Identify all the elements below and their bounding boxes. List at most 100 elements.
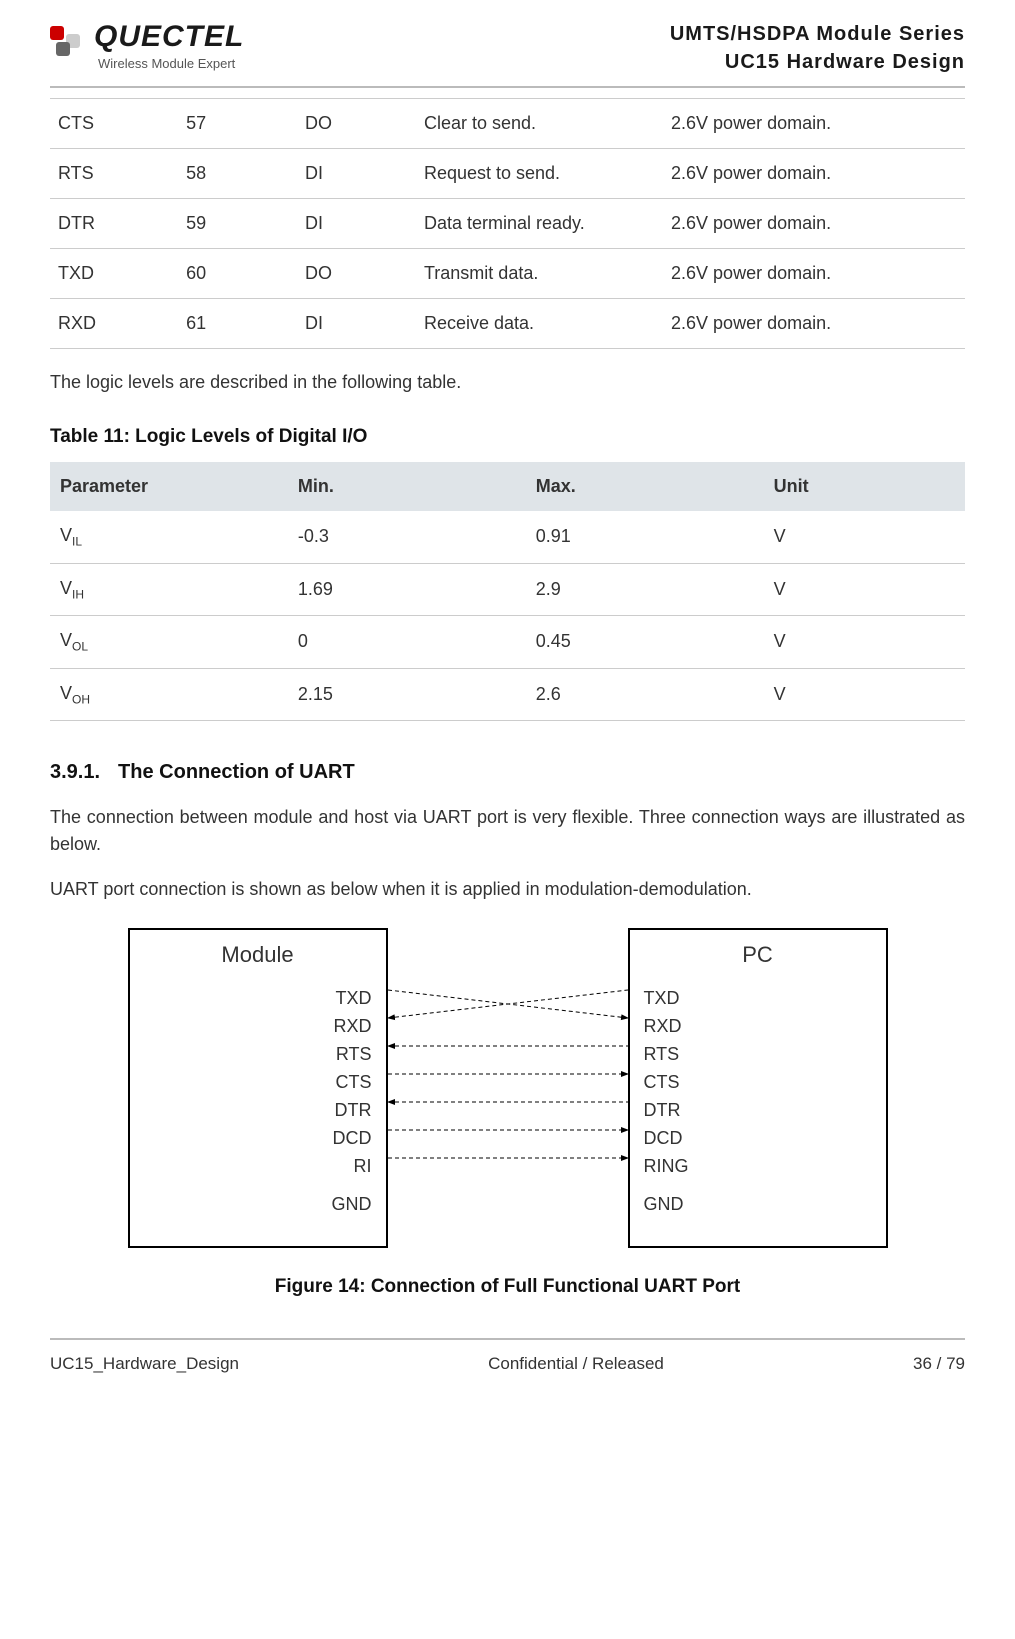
- cell-io: DI: [297, 149, 416, 199]
- pin-label: CTS: [644, 1068, 872, 1096]
- pin-label: GND: [144, 1190, 372, 1218]
- cell-unit: V: [764, 511, 965, 563]
- cell-io: DO: [297, 99, 416, 149]
- section-number: 3.9.1.: [50, 761, 100, 784]
- cell-param: VIH: [50, 563, 288, 616]
- cell-name: DTR: [50, 199, 178, 249]
- pin-label: GND: [644, 1190, 872, 1218]
- cell-param: VOL: [50, 616, 288, 669]
- cell-domain: 2.6V power domain.: [663, 149, 965, 199]
- cell-pin: 61: [178, 299, 297, 349]
- logic-levels-table: Parameter Min. Max. Unit VIL-0.30.91V VI…: [50, 462, 965, 721]
- param-sub: IL: [72, 535, 82, 549]
- page-footer: UC15_Hardware_Design Confidential / Rele…: [50, 1338, 965, 1390]
- cell-domain: 2.6V power domain.: [663, 249, 965, 299]
- header-unit: Unit: [764, 462, 965, 511]
- table-row: RXD61DIReceive data.2.6V power domain.: [50, 299, 965, 349]
- cell-max: 0.45: [526, 616, 764, 669]
- param-base: V: [60, 630, 72, 650]
- logo-block: QUECTEL Wireless Module Expert: [50, 20, 244, 71]
- table-row: DTR59DIData terminal ready.2.6V power do…: [50, 199, 965, 249]
- paragraph-2: UART port connection is shown as below w…: [50, 876, 965, 903]
- param-sub: IH: [72, 587, 84, 601]
- pin-definition-table: CTS57DOClear to send.2.6V power domain. …: [50, 98, 965, 349]
- table-row: VOL00.45V: [50, 616, 965, 669]
- logo-tagline: Wireless Module Expert: [98, 56, 244, 71]
- pin-label: DCD: [144, 1124, 372, 1152]
- cell-max: 2.9: [526, 563, 764, 616]
- cell-name: RTS: [50, 149, 178, 199]
- module-title: Module: [144, 942, 372, 968]
- cell-unit: V: [764, 668, 965, 721]
- pin-label: RXD: [644, 1012, 872, 1040]
- uart-connection-diagram: Module TXD RXD RTS CTS DTR DCD RI GND PC…: [128, 928, 888, 1258]
- pc-title: PC: [644, 942, 872, 968]
- param-base: V: [60, 578, 72, 598]
- cell-param: VIL: [50, 511, 288, 563]
- cell-unit: V: [764, 616, 965, 669]
- cell-io: DI: [297, 199, 416, 249]
- cell-min: 0: [288, 616, 526, 669]
- section-heading: 3.9.1.The Connection of UART: [50, 761, 965, 784]
- header-parameter: Parameter: [50, 462, 288, 511]
- pin-label: RING: [644, 1152, 872, 1180]
- logo-icon: [50, 26, 90, 54]
- param-sub: OH: [72, 692, 90, 706]
- table-row: RTS58DIRequest to send.2.6V power domain…: [50, 149, 965, 199]
- cell-desc: Clear to send.: [416, 99, 663, 149]
- cell-desc: Request to send.: [416, 149, 663, 199]
- header-min: Min.: [288, 462, 526, 511]
- table-row: TXD60DOTransmit data.2.6V power domain.: [50, 249, 965, 299]
- cell-desc: Receive data.: [416, 299, 663, 349]
- pin-label: RTS: [644, 1040, 872, 1068]
- pin-label: TXD: [644, 984, 872, 1012]
- footer-mid: Confidential / Released: [488, 1354, 664, 1374]
- header-design: UC15 Hardware Design: [670, 48, 965, 76]
- cell-pin: 60: [178, 249, 297, 299]
- table-row: CTS57DOClear to send.2.6V power domain.: [50, 99, 965, 149]
- cell-io: DI: [297, 299, 416, 349]
- pin-label: RI: [144, 1152, 372, 1180]
- cell-pin: 57: [178, 99, 297, 149]
- cell-desc: Data terminal ready.: [416, 199, 663, 249]
- cell-name: RXD: [50, 299, 178, 349]
- param-base: V: [60, 525, 72, 545]
- table11-title: Table 11: Logic Levels of Digital I/O: [50, 426, 965, 448]
- cell-domain: 2.6V power domain.: [663, 299, 965, 349]
- header-series: UMTS/HSDPA Module Series: [670, 20, 965, 48]
- pin-label: CTS: [144, 1068, 372, 1096]
- cell-desc: Transmit data.: [416, 249, 663, 299]
- paragraph-1: The connection between module and host v…: [50, 804, 965, 858]
- cell-pin: 58: [178, 149, 297, 199]
- cell-pin: 59: [178, 199, 297, 249]
- figure-caption: Figure 14: Connection of Full Functional…: [50, 1276, 965, 1298]
- param-sub: OL: [72, 640, 88, 654]
- connection-lines-icon: [388, 928, 628, 1248]
- cell-min: 1.69: [288, 563, 526, 616]
- pc-box: PC TXD RXD RTS CTS DTR DCD RING GND: [628, 928, 888, 1248]
- footer-left: UC15_Hardware_Design: [50, 1354, 239, 1374]
- pin-label: DTR: [144, 1096, 372, 1124]
- logo-brand: QUECTEL: [94, 20, 244, 53]
- pin-label: RXD: [144, 1012, 372, 1040]
- cell-param: VOH: [50, 668, 288, 721]
- page-header: QUECTEL Wireless Module Expert UMTS/HSDP…: [50, 0, 965, 88]
- cell-min: 2.15: [288, 668, 526, 721]
- table-row: VIH1.692.9 V: [50, 563, 965, 616]
- table-header-row: Parameter Min. Max. Unit: [50, 462, 965, 511]
- table-row: VOH2.152.6V: [50, 668, 965, 721]
- cell-max: 2.6: [526, 668, 764, 721]
- pin-label: RTS: [144, 1040, 372, 1068]
- cell-name: CTS: [50, 99, 178, 149]
- cell-min: -0.3: [288, 511, 526, 563]
- pin-label: DTR: [644, 1096, 872, 1124]
- table-row: VIL-0.30.91V: [50, 511, 965, 563]
- header-title-block: UMTS/HSDPA Module Series UC15 Hardware D…: [670, 20, 965, 76]
- cell-domain: 2.6V power domain.: [663, 199, 965, 249]
- cell-max: 0.91: [526, 511, 764, 563]
- cell-name: TXD: [50, 249, 178, 299]
- module-box: Module TXD RXD RTS CTS DTR DCD RI GND: [128, 928, 388, 1248]
- cell-domain: 2.6V power domain.: [663, 99, 965, 149]
- cell-io: DO: [297, 249, 416, 299]
- logic-intro-text: The logic levels are described in the fo…: [50, 369, 965, 396]
